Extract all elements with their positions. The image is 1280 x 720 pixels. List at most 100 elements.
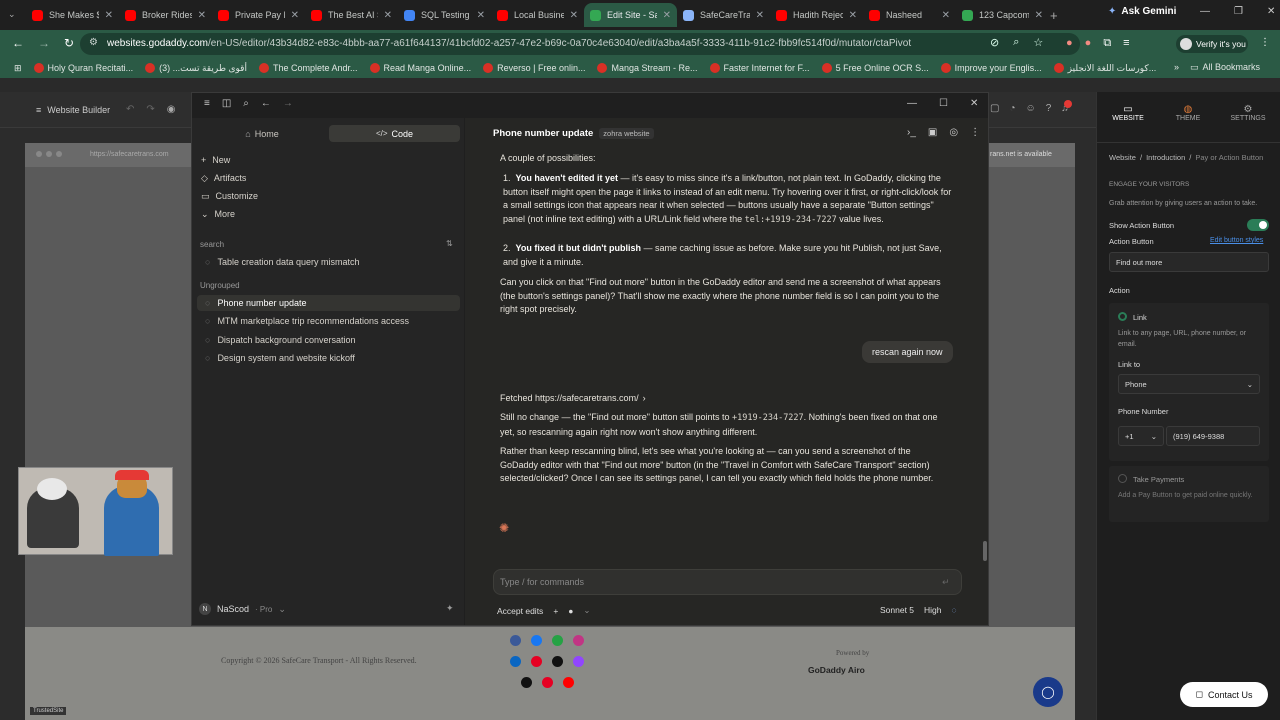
browser-tab[interactable]: Broker Rides ✕	[119, 3, 212, 27]
domain-note[interactable]: rans.net is available	[990, 151, 1052, 158]
browser-tab[interactable]: SQL Testing ✕	[398, 3, 491, 27]
instagram-icon[interactable]	[573, 635, 584, 646]
sidebar-toggle-icon[interactable]: ◫	[222, 98, 231, 109]
bookmark-item[interactable]: Manga Stream - Re...	[597, 63, 698, 73]
facebook-icon[interactable]	[510, 635, 521, 646]
tab-close-icon[interactable]: ✕	[849, 10, 857, 21]
project-badge[interactable]: zohra website	[599, 128, 654, 139]
search-icon[interactable]: ⌕	[243, 98, 249, 109]
app-close-icon[interactable]: ✕	[970, 98, 978, 109]
link-to-select[interactable]: Phone ⌄	[1118, 374, 1260, 394]
menu-customize[interactable]: ▭ Customize	[201, 191, 258, 202]
sort-icon[interactable]: ⇅	[446, 239, 453, 248]
conversation-item[interactable]: ○ Phone number update	[205, 298, 307, 308]
menu-more[interactable]: ⌄ More	[201, 209, 235, 220]
phone-number-input[interactable]: (919) 649-9388	[1166, 426, 1260, 446]
ask-gemini-button[interactable]: ✦ Ask Gemini	[1108, 6, 1176, 17]
facebook-icon[interactable]	[531, 635, 542, 646]
bookmark-item[interactable]: أقوى طريقة تست... (3)	[145, 63, 247, 74]
tab-close-icon[interactable]: ✕	[663, 10, 671, 21]
home-tab[interactable]: ⌂ Home	[197, 125, 327, 142]
reload-icon[interactable]: ↻	[64, 36, 74, 50]
all-bookmarks[interactable]: ▭ All Bookmarks	[1190, 62, 1260, 73]
conversation-item[interactable]: ○ Dispatch background conversation	[205, 335, 356, 345]
tab-close-icon[interactable]: ✕	[570, 10, 578, 21]
browser-tab[interactable]: Local Busine ✕	[491, 3, 584, 27]
tab-theme[interactable]: ◍ THEME	[1168, 104, 1208, 122]
people-icon[interactable]: ☺	[1026, 103, 1036, 114]
hamburger-icon[interactable]: ≡	[36, 105, 41, 115]
undo-icon[interactable]: ↶	[126, 104, 134, 115]
tab-close-icon[interactable]: ✕	[756, 10, 764, 21]
terminal-icon[interactable]: ›_	[907, 127, 916, 138]
extensions-icon[interactable]: ⧉	[1103, 37, 1111, 50]
browser-tab[interactable]: Edit Site - Sa ✕	[584, 3, 677, 27]
yelp-icon[interactable]	[542, 677, 553, 688]
help-icon[interactable]: ?	[1046, 103, 1052, 114]
attach-plus-icon[interactable]: +	[553, 606, 558, 616]
extension-icon[interactable]: ●	[1085, 37, 1092, 50]
bookmark-star-icon[interactable]: ☆	[1033, 36, 1043, 49]
forward-icon[interactable]: →	[283, 98, 293, 109]
chat-widget-icon[interactable]: ◯	[1033, 677, 1063, 707]
tab-close-icon[interactable]: ✕	[942, 10, 950, 21]
redo-icon[interactable]: ↷	[146, 104, 154, 115]
x-icon[interactable]	[521, 677, 532, 688]
conversation-item[interactable]: ○ Table creation data query mismatch	[205, 257, 360, 267]
fetched-line[interactable]: Fetched https://safecaretrans.com/›	[500, 392, 646, 406]
tab-search-chevron-icon[interactable]: ⌄	[8, 9, 16, 20]
linkedin-icon[interactable]	[510, 656, 521, 667]
menu-kebab-icon[interactable]: ⋮	[1260, 37, 1270, 48]
globe-icon[interactable]: ◎	[949, 127, 958, 138]
close-window-icon[interactable]: ✕	[1267, 6, 1275, 17]
model-selector[interactable]: Sonnet 5	[880, 605, 914, 615]
browser-tab[interactable]: 123 Capcom ✕	[956, 3, 1049, 27]
menu-artifacts[interactable]: ◇ Artifacts	[201, 173, 246, 184]
breadcrumb-introduction[interactable]: Introduction	[1146, 153, 1185, 162]
menu-icon[interactable]: ≡	[204, 98, 210, 109]
verify-profile-button[interactable]: Verify it's you	[1176, 35, 1248, 53]
trustedsite-badge[interactable]: TrustedSite	[30, 707, 67, 715]
zoom-icon[interactable]: ⌕	[1013, 36, 1019, 49]
bookmark-item[interactable]: Faster Internet for F...	[709, 63, 810, 73]
code-tab[interactable]: </> Code	[329, 125, 460, 142]
menu-new[interactable]: + New	[201, 155, 230, 165]
payments-radio[interactable]	[1118, 474, 1127, 483]
accept-edits-button[interactable]: Accept edits	[497, 606, 543, 616]
minimize-icon[interactable]: —	[1200, 6, 1210, 17]
tab-close-icon[interactable]: ✕	[384, 10, 392, 21]
send-icon[interactable]: ↵	[942, 577, 950, 588]
conversation-item[interactable]: ○ Design system and website kickoff	[205, 353, 355, 363]
browser-tab[interactable]: The Best AI S ✕	[305, 3, 398, 27]
breadcrumb-website[interactable]: Website	[1109, 153, 1136, 162]
bookmarks-overflow-icon[interactable]: »	[1174, 62, 1179, 72]
bookmark-item[interactable]: Reverso | Free onlin...	[483, 63, 585, 73]
extension-icon[interactable]: ●	[1066, 37, 1073, 50]
browser-tab[interactable]: Private Pay N ✕	[212, 3, 305, 27]
restore-icon[interactable]: ❐	[1234, 6, 1243, 17]
bookmark-item[interactable]: 5 Free Online OCR S...	[821, 63, 929, 73]
browser-tab[interactable]: Hadith Rejec ✕	[770, 3, 863, 27]
scrollbar-thumb[interactable]	[983, 541, 987, 561]
mic-icon[interactable]: ●	[568, 606, 573, 616]
conversation-item[interactable]: ○ MTM marketplace trip recommendations ac…	[205, 316, 409, 326]
bookmark-item[interactable]: The Complete Andr...	[258, 63, 358, 73]
site-info-icon[interactable]: ⚙	[89, 37, 98, 48]
tiktok-icon[interactable]	[552, 656, 563, 667]
url-text[interactable]: websites.godaddy.com/en-US/editor/43b34d…	[107, 38, 911, 49]
contact-us-button[interactable]: ◻ Contact Us	[1180, 682, 1268, 707]
whatsapp-icon[interactable]	[552, 635, 563, 646]
bookmark-item[interactable]: كورسات اللغة الانجليز...	[1053, 63, 1156, 74]
link-radio[interactable]	[1118, 312, 1127, 321]
twitch-icon[interactable]	[573, 656, 584, 667]
apps-grid-icon[interactable]: ⊞	[14, 63, 22, 74]
browser-tab[interactable]: She Makes $ ✕	[26, 3, 119, 27]
chevron-down-icon[interactable]: ⌄	[583, 605, 590, 616]
edit-styles-link[interactable]: Edit button styles	[1210, 237, 1263, 244]
bookmark-item[interactable]: Improve your Englis...	[940, 63, 1042, 73]
tracking-icon[interactable]: ⊘	[990, 36, 999, 49]
back-icon[interactable]: ←	[261, 98, 271, 109]
browser-tab[interactable]: SafeCareTran ✕	[677, 3, 770, 27]
pinterest-icon[interactable]	[531, 656, 542, 667]
tab-close-icon[interactable]: ✕	[198, 10, 206, 21]
